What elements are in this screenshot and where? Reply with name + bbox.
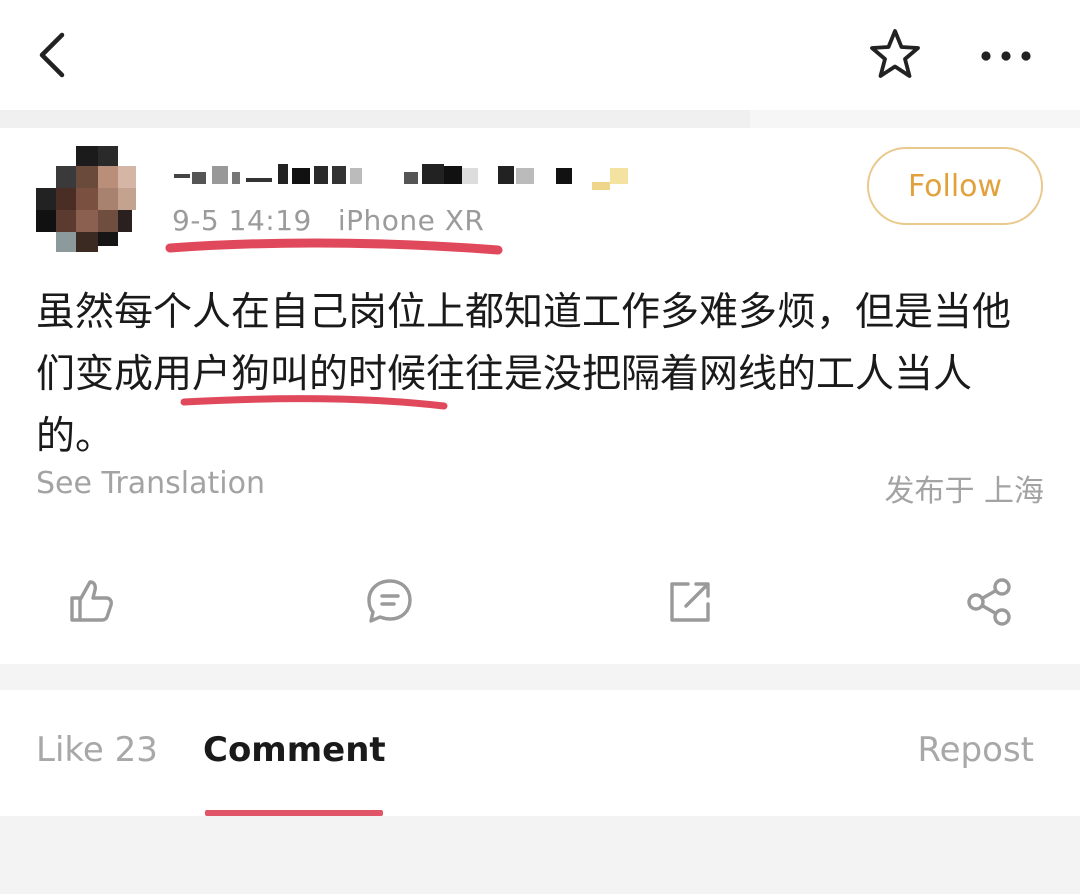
- avatar[interactable]: [36, 146, 136, 256]
- share-button[interactable]: [958, 570, 1022, 634]
- edit-button[interactable]: [658, 570, 722, 634]
- avatar-image: [36, 146, 136, 252]
- favorite-button[interactable]: [862, 22, 928, 88]
- username-redaction: [174, 164, 628, 190]
- tab-like[interactable]: Like 23: [36, 730, 158, 770]
- share-icon: [967, 578, 1011, 626]
- chevron-left-icon: [39, 32, 65, 78]
- tab-comment[interactable]: Comment: [203, 730, 386, 770]
- username-obscured[interactable]: [172, 160, 642, 196]
- see-translation-link[interactable]: See Translation: [36, 466, 265, 501]
- like-button[interactable]: [60, 570, 124, 634]
- post-location: 发布于 上海: [884, 474, 1044, 509]
- more-options-button[interactable]: [966, 22, 1046, 88]
- post-body: 虽然每个人在自己岗位上都知道工作多难多烦，但是当他们变成用户狗叫的时候往往是没把…: [36, 290, 1012, 459]
- star-icon: [870, 29, 920, 78]
- edit-icon: [670, 582, 710, 622]
- tab-repost[interactable]: Repost: [918, 730, 1034, 770]
- annotation-underline: [180, 395, 448, 410]
- header-divider-shadow: [0, 110, 750, 128]
- comment-icon: [367, 579, 412, 623]
- follow-button[interactable]: Follow: [867, 147, 1043, 225]
- comments-area: [0, 816, 1080, 894]
- more-horizontal-icon: [981, 51, 1031, 61]
- comment-button[interactable]: [358, 570, 422, 634]
- section-divider: [0, 664, 1080, 690]
- back-button[interactable]: [26, 22, 82, 88]
- thumbs-up-icon: [70, 580, 113, 622]
- annotation-underline: [165, 238, 503, 255]
